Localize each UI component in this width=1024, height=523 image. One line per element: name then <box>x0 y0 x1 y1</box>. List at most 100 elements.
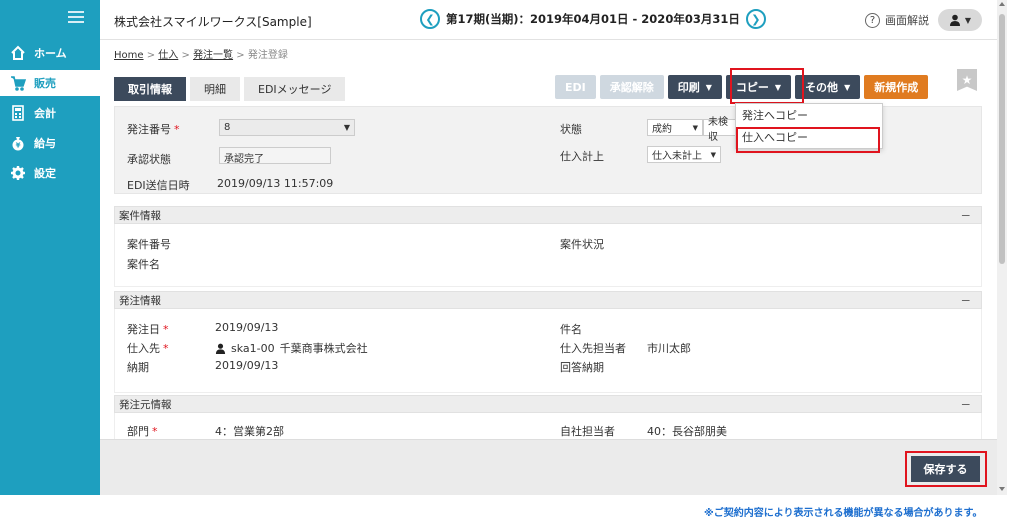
tab-bar: 取引情報 明細 EDIメッセージ <box>114 77 346 101</box>
breadcrumb-home[interactable]: Home <box>114 50 144 61</box>
chevron-down-icon: ▼ <box>710 150 716 159</box>
unapprove-button[interactable]: 承認解除 <box>599 75 664 99</box>
breadcrumb-separator: > <box>146 50 156 61</box>
scrollbar-thumb[interactable] <box>999 14 1005 264</box>
chevron-down-icon: ▼ <box>964 15 972 25</box>
breadcrumb-separator: > <box>181 50 190 61</box>
collapse-icon[interactable]: － <box>961 208 972 223</box>
tab-details[interactable]: 明細 <box>190 77 240 101</box>
sidebar-item-sales[interactable]: 販売 <box>0 70 100 96</box>
subject-label: 件名 <box>560 323 582 336</box>
scrollbar[interactable] <box>997 0 1007 495</box>
project-status-label: 案件状況 <box>560 238 604 251</box>
purchase-record-value: 仕入未計上 <box>652 151 702 162</box>
cart-icon <box>10 75 26 91</box>
section-title: 案件情報 <box>119 209 161 222</box>
save-highlight-box <box>905 451 987 487</box>
order-number-select[interactable]: 8 ▼ <box>219 119 355 136</box>
reply-date-label: 回答納期 <box>560 361 604 374</box>
section-header[interactable]: 発注情報 － <box>114 291 982 309</box>
tab-edi-message[interactable]: EDIメッセージ <box>244 77 346 101</box>
sidebar-item-accounting[interactable]: 会計 <box>0 100 100 126</box>
print-label: 印刷 <box>677 81 700 94</box>
section-title: 発注元情報 <box>119 398 172 411</box>
section-body: 部門 * 4：営業第2部 自社担当者 40：長谷部朋美 <box>114 413 982 439</box>
department-label: 部門 * <box>127 425 158 438</box>
sidebar: ホーム 販売 会計 ¥ 給与 設定 <box>0 0 100 495</box>
user-menu-button[interactable]: ▼ <box>938 9 982 31</box>
project-number-label: 案件番号 <box>127 238 171 251</box>
section-title: 発注情報 <box>119 294 161 307</box>
section-body: 発注日 * 2019/09/13 仕入先 * ska1-00 千葉商事株式会社 納期… <box>114 309 982 393</box>
menu-icon[interactable] <box>68 11 84 23</box>
new-button[interactable]: 新規作成 <box>864 75 929 99</box>
approval-label: 承認状態 <box>127 153 171 166</box>
tab-transaction-info[interactable]: 取引情報 <box>114 77 186 101</box>
inspection-select[interactable]: 未検収 <box>703 117 737 143</box>
other-button[interactable]: その他 ▼ <box>795 75 861 99</box>
calculator-icon <box>10 105 26 121</box>
question-icon: ? <box>865 12 880 28</box>
purchase-record-label: 仕入計上 <box>560 150 604 163</box>
collapse-icon[interactable]: － <box>961 397 972 412</box>
print-button[interactable]: 印刷 ▼ <box>667 75 722 99</box>
breadcrumb-separator: > <box>236 50 245 61</box>
chevron-down-icon: ▼ <box>844 82 851 92</box>
project-name-label: 案件名 <box>127 258 160 271</box>
status-value: 成約 <box>652 124 672 135</box>
sidebar-item-label: 会計 <box>34 107 56 120</box>
order-info-section: 発注情報 － 発注日 * 2019/09/13 仕入先 * ska1-00 千葉商事株… <box>114 291 982 393</box>
money-bag-icon: ¥ <box>10 135 26 151</box>
next-period-button[interactable]: ❯ <box>745 9 766 29</box>
supplier-contact-value: 市川太郎 <box>647 342 691 355</box>
sidebar-item-label: 給与 <box>34 137 56 150</box>
staff-label: 自社担当者 <box>560 425 615 438</box>
section-header[interactable]: 案件情報 － <box>114 206 982 224</box>
due-date-value: 2019/09/13 <box>215 359 279 372</box>
new-label: 新規作成 <box>874 81 919 94</box>
company-name: 株式会社スマイルワークス[Sample] <box>114 15 312 29</box>
home-icon <box>10 45 26 61</box>
period-selector: ❮ 第17期(当期)：2019年04月01日 - 2020年03月31日 ❯ <box>420 9 766 29</box>
main-area: 株式会社スマイルワークス[Sample] ❮ 第17期(当期)：2019年04月… <box>100 0 997 495</box>
supplier-name: 千葉商事株式会社 <box>279 342 368 355</box>
edi-label: EDI <box>565 80 586 94</box>
sidebar-item-home[interactable]: ホーム <box>0 40 100 66</box>
supplier-code: ska1-00 <box>231 341 275 355</box>
top-bar: 株式会社スマイルワークス[Sample] ❮ 第17期(当期)：2019年04月… <box>100 0 997 40</box>
status-select[interactable]: 成約 ▼ <box>647 119 703 136</box>
period-label: 第17期(当期)：2019年04月01日 - 2020年03月31日 <box>446 12 740 26</box>
user-icon <box>949 14 960 26</box>
staff-value: 40：長谷部朋美 <box>647 425 727 438</box>
scroll-down-icon[interactable] <box>999 487 1005 491</box>
breadcrumb: Home > 仕入 > 発注一覧 > 発注登録 <box>114 46 288 61</box>
collapse-icon[interactable]: － <box>961 293 972 308</box>
edi-button[interactable]: EDI <box>555 75 596 99</box>
menu-item-copy-to-order[interactable]: 発注へコピー <box>736 104 882 126</box>
sidebar-item-settings[interactable]: 設定 <box>0 160 100 186</box>
scroll-up-icon[interactable] <box>999 2 1005 6</box>
help-link[interactable]: ? 画面解説 <box>865 12 929 28</box>
copy-highlight-box <box>730 68 804 104</box>
contract-notice: ※ご契約内容により表示される機能が異なる場合があります。 <box>704 508 983 519</box>
order-date-value: 2019/09/13 <box>215 321 279 334</box>
breadcrumb-order-list[interactable]: 発注一覧 <box>193 50 233 61</box>
section-header[interactable]: 発注元情報 － <box>114 395 982 413</box>
edi-datetime-value: 2019/09/13 11:57:09 <box>217 177 334 190</box>
favorite-star-icon[interactable]: ★ <box>957 69 977 91</box>
edi-datetime-label: EDI送信日時 <box>127 179 190 192</box>
sidebar-item-payroll[interactable]: ¥ 給与 <box>0 130 100 156</box>
sidebar-item-label: 設定 <box>34 167 56 180</box>
supplier-contact-label: 仕入先担当者 <box>560 342 626 355</box>
copy-to-purchase-highlight-box <box>736 127 880 153</box>
due-date-label: 納期 <box>127 361 149 374</box>
supplier-value[interactable]: ska1-00 千葉商事株式会社 <box>215 340 368 356</box>
purchase-record-select[interactable]: 仕入未計上 ▼ <box>647 146 721 163</box>
inspection-value: 未検収 <box>708 116 728 143</box>
prev-period-button[interactable]: ❮ <box>420 9 440 29</box>
section-body: 案件番号 案件名 案件状況 <box>114 224 982 287</box>
breadcrumb-shiire[interactable]: 仕入 <box>158 50 178 61</box>
department-value: 4：営業第2部 <box>215 425 284 438</box>
order-date-label: 発注日 * <box>127 323 169 336</box>
other-label: その他 <box>805 81 839 94</box>
